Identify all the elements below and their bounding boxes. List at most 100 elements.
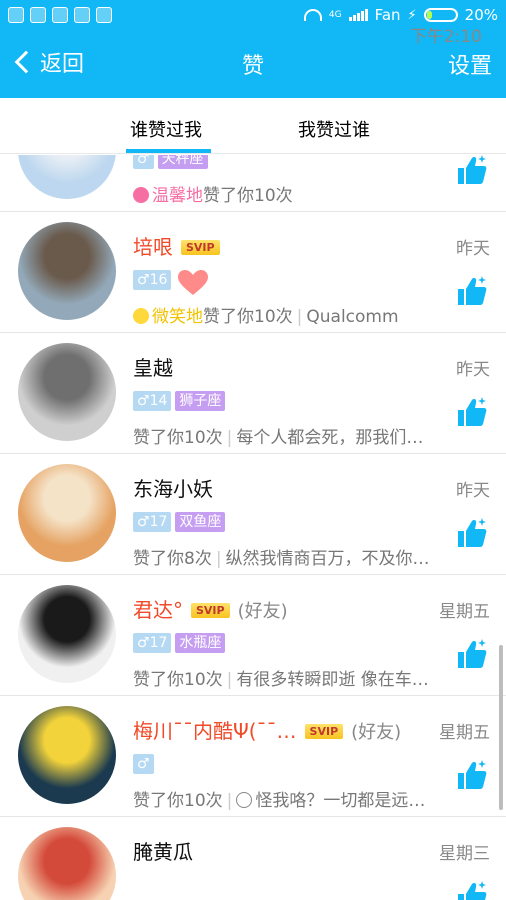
friend-label: (好友) [237, 601, 288, 622]
like-count-text: 赞了你10次 [203, 307, 293, 327]
status-bar: 下午2:10 4G Fan ⚡ 20% [0, 0, 506, 47]
male-icon: ♂ [137, 393, 150, 409]
battery-level [426, 11, 433, 19]
like-list: 你从没想记你的微笑(好友)昨天♂天秤座温馨地赞了你10次培哏SVIP昨天♂16微… [0, 155, 506, 900]
tab-bar: 谁赞过我 我赞过谁 [0, 98, 506, 154]
age-text: 14 [149, 393, 168, 409]
notification-icon [30, 7, 46, 23]
signature-text: Qualcomm [306, 307, 399, 327]
thumbs-up-icon [458, 276, 487, 305]
list-item[interactable]: 东海小妖 昨天 ♂17 双鱼座 赞了你8次 | 纵然我情商百万，不及你… [0, 454, 506, 575]
avatar[interactable] [18, 706, 116, 804]
settings-button[interactable]: 设置 [448, 48, 492, 80]
like-description: 赞了你10次 | 有很多转瞬即逝 像在车… [133, 665, 438, 690]
like-back-button[interactable] [456, 759, 488, 791]
notification-icon [96, 7, 112, 23]
like-back-button[interactable] [456, 880, 488, 900]
like-back-button[interactable] [456, 396, 488, 428]
thumbs-up-icon [458, 881, 487, 900]
profile-tags: ♂17 水瓶座 [133, 633, 226, 653]
like-count-text: 赞了你10次 [133, 428, 223, 448]
list-item[interactable]: 君达° SVIP (好友) 星期五 ♂17 水瓶座赞了你10次 | 有很多转瞬即逝 像在车… [0, 575, 506, 696]
separator: | [296, 307, 303, 327]
signature-text: 纵然我情商百万，不及你… [225, 549, 430, 569]
svip-badge: SVIP [181, 240, 220, 255]
avatar[interactable] [18, 343, 116, 441]
male-icon: ♂ [137, 756, 150, 772]
gender-age-tag: ♂ [133, 155, 154, 169]
signature-text: 怪我咯？一切都是远… [255, 791, 426, 811]
wifi-icon [303, 9, 322, 21]
avatar[interactable] [18, 585, 116, 683]
thumbs-up-icon [458, 639, 487, 668]
mood-text: 温馨地 [152, 186, 203, 206]
scrollbar[interactable] [499, 645, 503, 810]
tab-selected-indicator [126, 149, 211, 153]
friend-label: (好友) [351, 722, 402, 743]
avatar[interactable] [18, 222, 116, 320]
user-name: 皇越 [133, 352, 173, 381]
notification-icon [74, 7, 90, 23]
avatar[interactable] [18, 155, 116, 199]
like-description: 赞了你10次 | 每个人都会死，那我们为… [133, 423, 438, 448]
like-back-button[interactable] [456, 155, 488, 186]
separator: | [226, 791, 233, 811]
like-back-button[interactable] [456, 638, 488, 670]
list-item[interactable]: 腌黄瓜 星期三 [0, 817, 506, 900]
user-name-text: 东海小妖 [133, 477, 213, 501]
heart-icon [178, 270, 208, 295]
avatar[interactable] [18, 464, 116, 562]
gender-age-tag: ♂ [133, 754, 154, 774]
separator: | [215, 549, 222, 569]
gender-age-tag: ♂17 [133, 633, 172, 653]
avatar[interactable] [18, 827, 116, 900]
male-icon: ♂ [137, 514, 150, 530]
like-description: 温馨地赞了你10次 [133, 181, 438, 206]
thumbs-up-icon [458, 760, 487, 789]
carrier: Fan [374, 6, 401, 24]
svip-badge: SVIP [191, 603, 230, 618]
age-text: 17 [149, 635, 168, 651]
title-bar: 返回 赞 设置 [0, 30, 506, 98]
like-back-button[interactable] [456, 275, 488, 307]
notification-icon [52, 7, 68, 23]
like-description: 赞了你8次 | 纵然我情商百万，不及你… [133, 544, 438, 569]
like-time: 星期五 [439, 602, 490, 622]
age-text: 16 [149, 272, 168, 288]
profile-tags: ♂17 双鱼座 [133, 512, 226, 532]
like-time: 昨天 [456, 239, 490, 259]
like-time: 星期五 [439, 723, 490, 743]
like-description: 微笑地赞了你10次 | Qualcomm [133, 302, 438, 327]
thumbs-up-icon [458, 518, 487, 547]
like-time: 昨天 [456, 360, 490, 380]
list-item[interactable]: 培哏 SVIP 昨天 ♂16 微笑地赞了你10次 | Qualcomm [0, 212, 506, 333]
age-text: 17 [149, 514, 168, 530]
list-item[interactable]: 梅川¯¯内酷Ψ(¯¯… SVIP (好友) 星期五 ♂ 赞了你10次 | 怪我咯？一切都是远… [0, 696, 506, 817]
male-icon: ♂ [137, 272, 150, 288]
list-item[interactable]: 皇越 昨天 ♂14 狮子座赞了你10次 | 每个人都会死，那我们为… [0, 333, 506, 454]
svip-badge: SVIP [304, 724, 344, 739]
zodiac-tag: 水瓶座 [175, 633, 226, 653]
user-name: 培哏 SVIP [133, 231, 220, 260]
user-name-text: 腌黄瓜 [133, 840, 193, 864]
like-time: 星期三 [439, 844, 490, 864]
tab-who-liked-me[interactable]: 谁赞过我 [130, 116, 202, 142]
tab-who-i-liked[interactable]: 我赞过谁 [298, 116, 370, 142]
zodiac-tag: 天秤座 [157, 155, 208, 169]
separator: | [226, 670, 233, 690]
gender-age-tag: ♂14 [133, 391, 172, 411]
like-back-button[interactable] [456, 517, 488, 549]
network-type: 4G [328, 10, 342, 20]
profile-tags: ♂14 狮子座 [133, 391, 226, 411]
mood-emoji-icon [133, 187, 149, 203]
user-name-text: 梅川¯¯内酷Ψ(¯¯… [133, 719, 297, 743]
male-icon: ♂ [137, 155, 150, 167]
gender-age-tag: ♂16 [133, 270, 172, 290]
list-item[interactable]: 你从没想记你的微笑(好友)昨天♂天秤座温馨地赞了你10次 [0, 155, 506, 212]
user-name: 东海小妖 [133, 473, 213, 502]
user-name-text: 君达° [133, 598, 183, 622]
top-bar: 下午2:10 4G Fan ⚡ 20% 返回 赞 设置 [0, 0, 506, 98]
battery-icon [423, 8, 458, 22]
like-time: 昨天 [456, 481, 490, 501]
like-count-text: 赞了你8次 [133, 549, 212, 569]
